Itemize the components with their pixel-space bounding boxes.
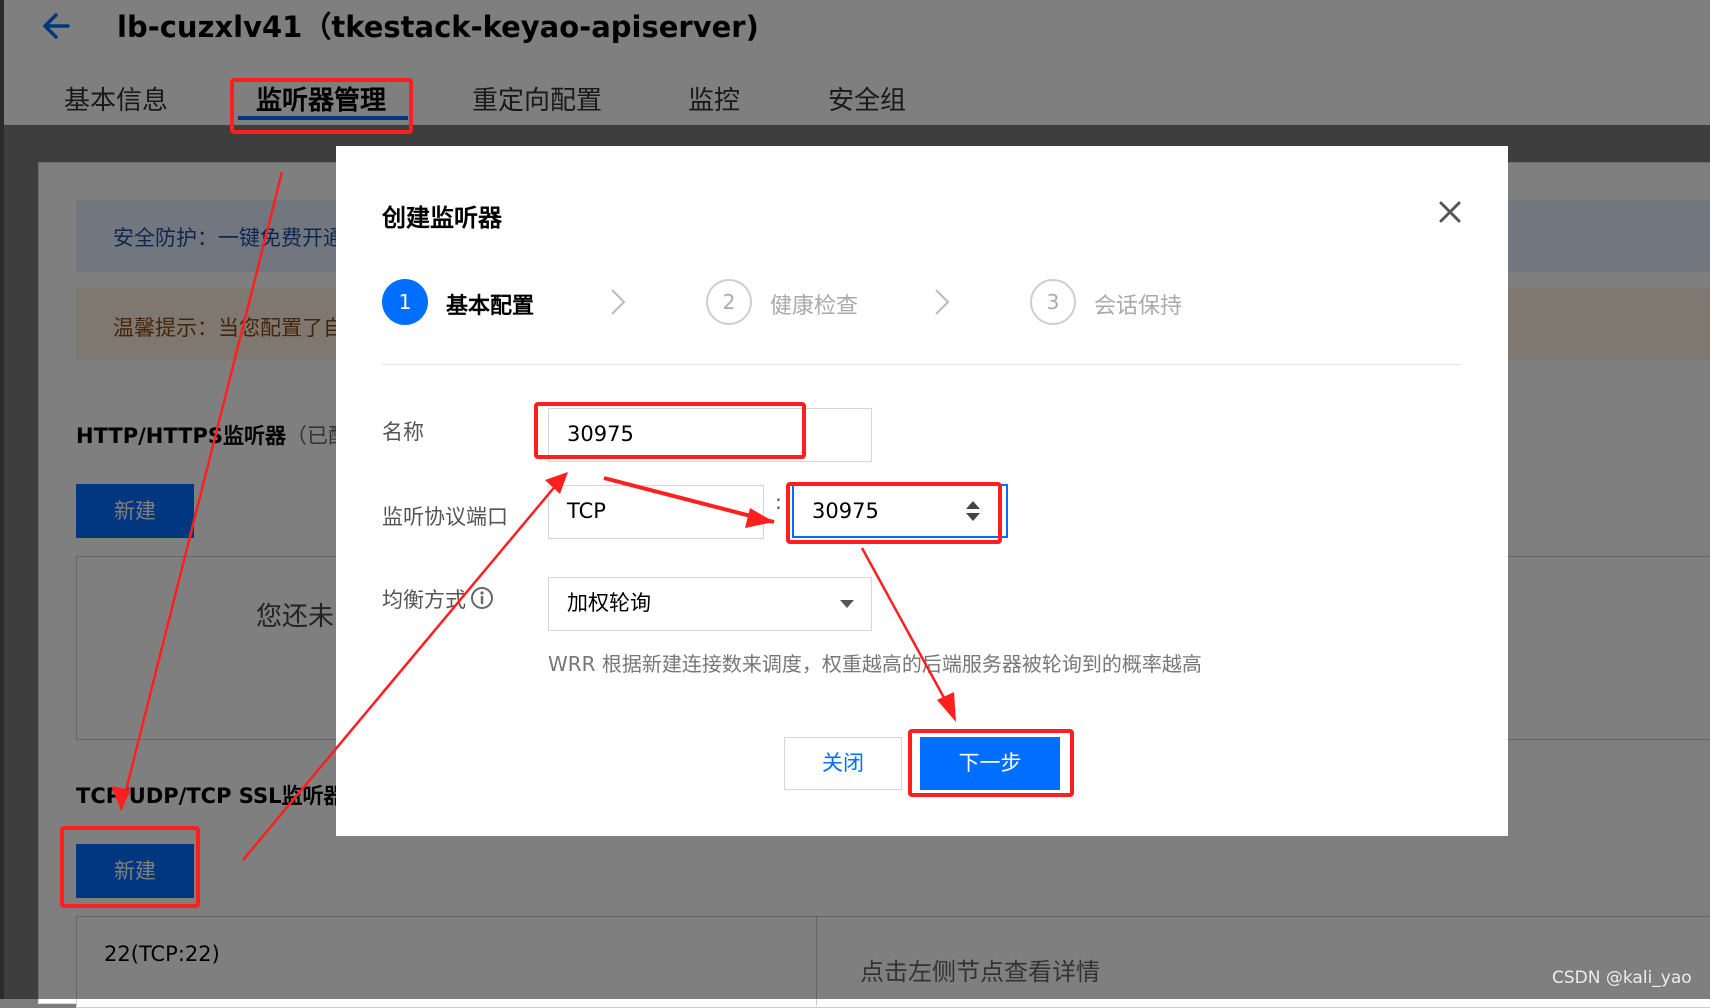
- watermark: CSDN @kali_yao: [1552, 968, 1692, 988]
- close-icon[interactable]: [1434, 196, 1466, 228]
- caret-down-icon: [840, 600, 854, 608]
- highlight-listener-tab: [230, 78, 413, 134]
- step-2-number: 2: [706, 279, 752, 325]
- step-1-label: 基本配置: [446, 294, 535, 319]
- steps-divider: [382, 364, 1462, 365]
- balance-help-text: WRR 根据新建连接数来调度，权重越高的后端服务器被轮询到的概率越高: [548, 652, 1202, 676]
- left-edge-strip: [0, 0, 4, 999]
- highlight-port-input: [786, 482, 1002, 544]
- name-label: 名称: [382, 420, 424, 444]
- highlight-name-input: [534, 402, 806, 459]
- info-icon[interactable]: [470, 586, 494, 610]
- chevron-right-icon: [935, 289, 950, 315]
- protocol-port-label: 监听协议端口: [382, 505, 508, 529]
- modal-title: 创建监听器: [382, 204, 502, 232]
- balance-method-label: 均衡方式: [382, 588, 466, 612]
- highlight-next-button: [908, 729, 1074, 797]
- chevron-right-icon: [611, 289, 626, 315]
- balance-method-select[interactable]: 加权轮询: [548, 577, 872, 631]
- step-2-label: 健康检查: [770, 294, 859, 319]
- close-button[interactable]: 关闭: [784, 737, 902, 790]
- step-3-label: 会话保持: [1094, 294, 1183, 319]
- port-separator: :: [775, 490, 782, 514]
- step-3-number: 3: [1030, 279, 1076, 325]
- protocol-select[interactable]: TCP: [548, 485, 764, 539]
- step-1-number: 1: [382, 279, 428, 325]
- highlight-tcp-new-button: [60, 826, 200, 908]
